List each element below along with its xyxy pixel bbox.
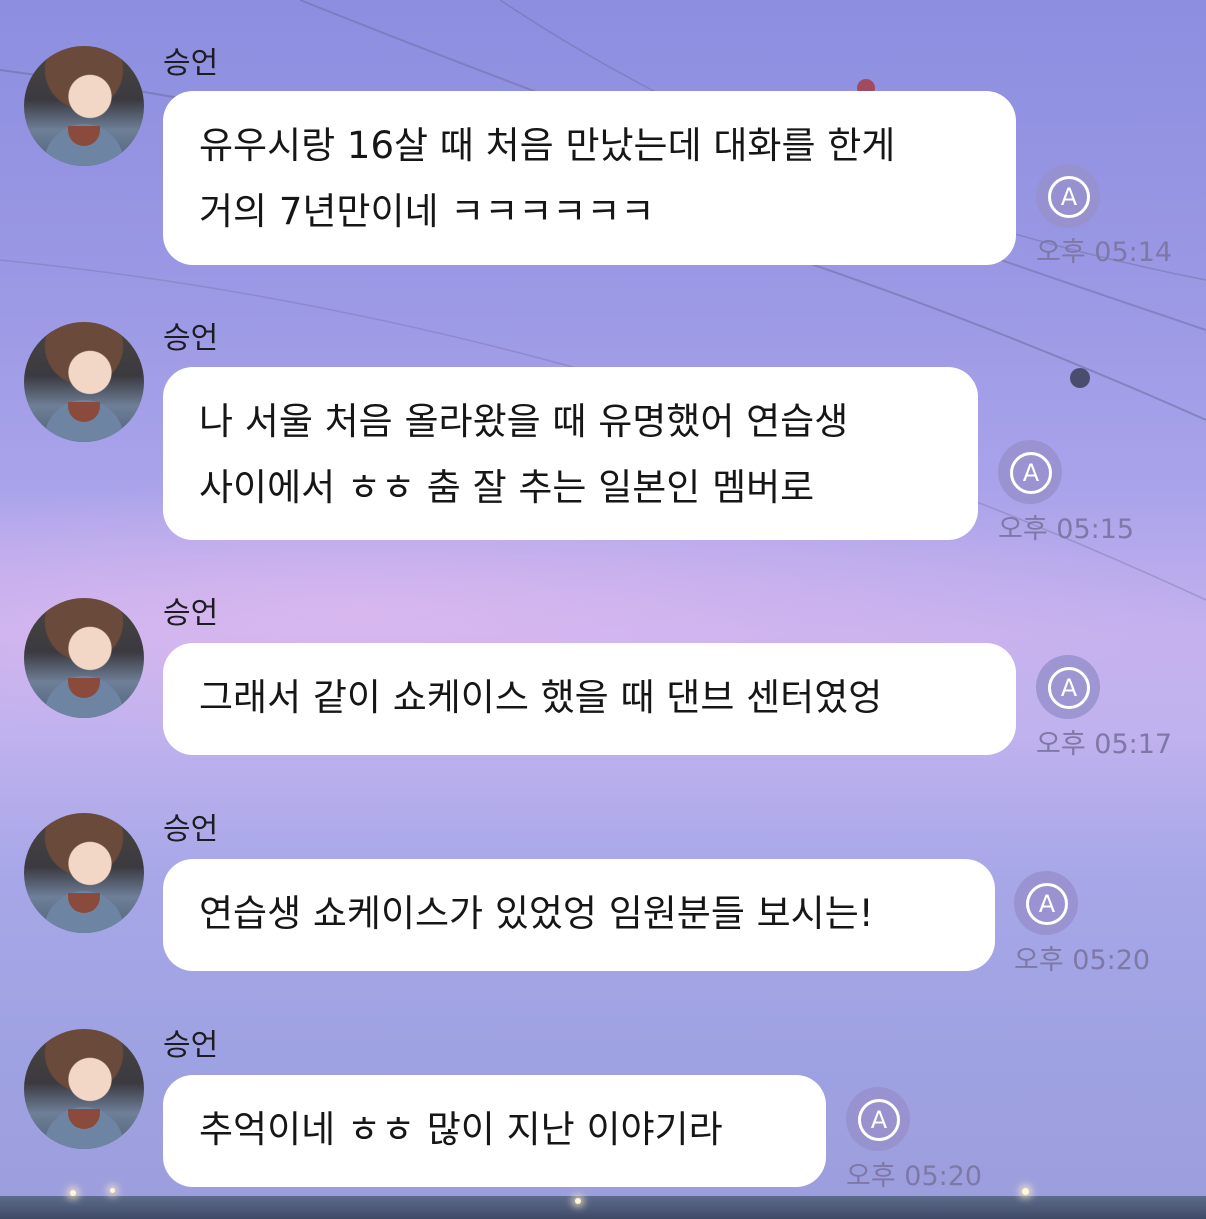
harbor-light	[575, 1198, 581, 1204]
message-bubble[interactable]: 유우시랑 16살 때 처음 만났는데 대화를 한게 거의 7년만이네 ㅋㅋㅋㅋㅋ…	[163, 91, 1016, 265]
message-text-line: 거의 7년만이네 ㅋㅋㅋㅋㅋㅋ	[199, 190, 655, 233]
translate-icon: A	[1026, 883, 1068, 925]
avatar[interactable]	[24, 813, 144, 933]
message-text-line: 나 서울 처음 올라왔을 때 유명했어 연습생	[199, 400, 849, 443]
message-text-line: 그래서 같이 쇼케이스 했을 때 댄브 센터였엉	[199, 676, 883, 719]
harbor-ground	[0, 1196, 1206, 1219]
message-bubble[interactable]: 연습생 쇼케이스가 있었엉 임원분들 보시는!	[163, 859, 995, 971]
sender-name: 승언	[163, 46, 219, 81]
harbor-light	[70, 1190, 76, 1196]
translate-icon: A	[858, 1099, 900, 1141]
sender-name: 승언	[163, 1028, 219, 1063]
message-bubble[interactable]: 추억이네 ㅎㅎ 많이 지난 이야기라	[163, 1075, 826, 1187]
avatar[interactable]	[24, 322, 144, 442]
sender-name: 승언	[163, 321, 219, 356]
message-bubble[interactable]: 나 서울 처음 올라왔을 때 유명했어 연습생 사이에서 ㅎㅎ 춤 잘 추는 일…	[163, 367, 978, 540]
harbor-light	[1022, 1188, 1029, 1195]
timestamp: 오후 05:20	[1014, 945, 1151, 976]
translate-button[interactable]: A	[998, 440, 1062, 504]
translate-button[interactable]: A	[1036, 164, 1100, 228]
timestamp: 오후 05:14	[1036, 237, 1173, 268]
harbor-light	[110, 1188, 115, 1193]
avatar[interactable]	[24, 598, 144, 718]
avatar[interactable]	[24, 1029, 144, 1149]
sender-name: 승언	[163, 812, 219, 847]
message-text-line: 유우시랑 16살 때 처음 만났는데 대화를 한게	[199, 124, 896, 167]
message-text-line: 추억이네 ㅎㅎ 많이 지난 이야기라	[199, 1108, 723, 1151]
message-bubble[interactable]: 그래서 같이 쇼케이스 했을 때 댄브 센터였엉	[163, 643, 1016, 755]
timestamp: 오후 05:17	[1036, 729, 1173, 760]
timestamp: 오후 05:20	[846, 1161, 983, 1192]
timestamp: 오후 05:15	[998, 514, 1135, 545]
translate-icon: A	[1048, 176, 1090, 218]
translate-button[interactable]: A	[1036, 655, 1100, 719]
sender-name: 승언	[163, 596, 219, 631]
translate-button[interactable]: A	[1014, 871, 1078, 935]
translate-icon: A	[1048, 667, 1090, 709]
avatar[interactable]	[24, 46, 144, 166]
translate-icon: A	[1010, 452, 1052, 494]
message-text-line: 연습생 쇼케이스가 있었엉 임원분들 보시는!	[199, 892, 874, 935]
message-text-line: 사이에서 ㅎㅎ 춤 잘 추는 일본인 멤버로	[199, 466, 815, 509]
translate-button[interactable]: A	[846, 1087, 910, 1151]
